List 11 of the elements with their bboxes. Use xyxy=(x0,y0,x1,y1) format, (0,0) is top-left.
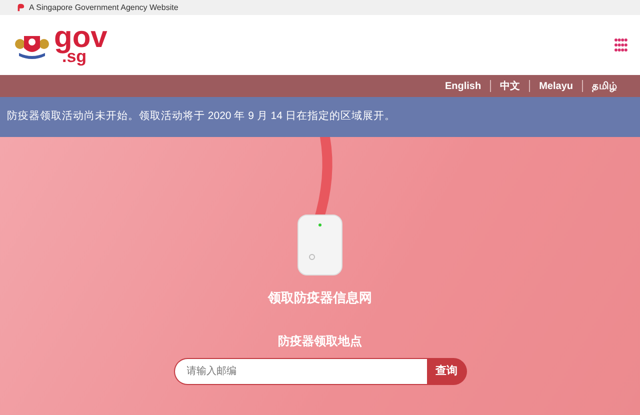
masthead-text: A Singapore Government Agency Website xyxy=(29,2,178,14)
language-link[interactable]: 中文 xyxy=(491,78,530,94)
apps-menu-icon[interactable] xyxy=(614,38,628,52)
language-link[interactable]: English xyxy=(436,78,490,94)
hero-title: 领取防疫器信息网 xyxy=(268,289,372,307)
search-button[interactable]: 查询 xyxy=(426,358,466,384)
language-link[interactable]: தமிழ் xyxy=(583,78,626,94)
language-link[interactable]: Melayu xyxy=(530,78,582,94)
hero-subtitle: 防疫器领取地点 xyxy=(278,332,362,350)
notice-text: 防疫器领取活动尚未开始。领取活动将于 2020 年 9 月 14 日在指定的区域展开。 xyxy=(7,109,396,124)
postcode-input-field[interactable]: 请输入邮编 xyxy=(174,358,426,384)
